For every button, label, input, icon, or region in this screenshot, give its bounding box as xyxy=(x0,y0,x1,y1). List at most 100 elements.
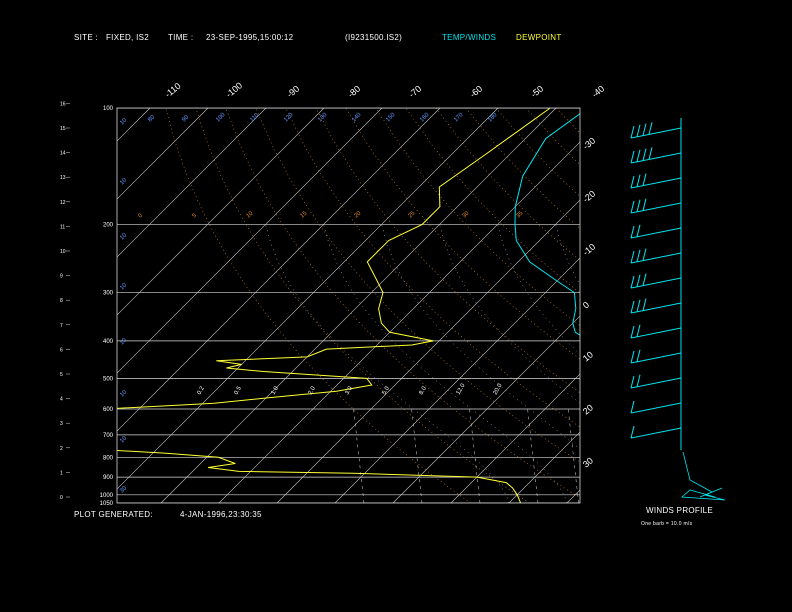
moist-adiabat-line xyxy=(439,224,580,404)
dry-adiabat-line xyxy=(525,108,580,165)
dry-adiabat-line xyxy=(195,108,530,503)
wind-barb-flag xyxy=(630,175,635,189)
dry-adiabat-line xyxy=(435,108,580,261)
height-tick-label: 12 xyxy=(60,200,66,206)
wind-barb-flag xyxy=(636,349,641,362)
mixing-ratio-label: 12.0 xyxy=(456,382,467,396)
wind-barb-flag xyxy=(630,250,635,264)
moist-adiabat-line xyxy=(323,224,568,503)
upper-adiabat-label: 100 xyxy=(215,112,227,124)
upper-adiabat-label: 180 xyxy=(487,112,499,124)
height-tick-label: 7 xyxy=(60,323,63,329)
temp-axis-label: -50 xyxy=(529,84,545,100)
height-tick-label: 2 xyxy=(60,446,63,452)
isotherm-line xyxy=(625,108,792,503)
orange-adiabat-label: 20 xyxy=(353,210,362,219)
isotherm-line xyxy=(117,108,441,432)
height-tick-label: 11 xyxy=(60,224,65,230)
wind-barb-flag xyxy=(642,173,647,186)
wind-barb-flag xyxy=(636,274,641,287)
orange-adiabat-label: 35 xyxy=(515,210,524,219)
dry-adiabat-line xyxy=(586,108,792,503)
height-tick-label: 1 xyxy=(60,470,63,476)
upper-adiabat-label: 150 xyxy=(385,112,397,124)
wind-barb-flag xyxy=(630,125,635,139)
dry-adiabat-line xyxy=(315,108,580,394)
height-tick-label: 0 xyxy=(60,495,63,501)
wind-barb-flag xyxy=(648,147,653,160)
wind-barb-flag xyxy=(636,224,641,237)
mixing-ratio-label: 5.0 xyxy=(382,385,392,396)
mixing-ratio-line xyxy=(411,408,423,503)
upper-adiabat-label: 160 xyxy=(419,112,431,124)
temp-axis-label: -60 xyxy=(468,84,484,100)
temp-axis-label: -110 xyxy=(163,81,183,100)
wind-barb-flag xyxy=(642,273,647,286)
dry-adiabat-label: 10 xyxy=(119,232,128,241)
dry-adiabat-line xyxy=(405,108,580,294)
mixing-ratio-label: 0.5 xyxy=(234,385,244,396)
dry-adiabat-line xyxy=(345,108,580,360)
orange-adiabat-label: 0 xyxy=(137,212,144,219)
isotherm-line xyxy=(160,108,557,503)
isotherm-line xyxy=(117,108,383,374)
pressure-tick-label: 300 xyxy=(103,291,114,297)
dry-adiabat-label: 30 xyxy=(119,485,128,494)
dry-adiabat-line xyxy=(706,108,792,503)
temp-axis-label: -70 xyxy=(407,84,423,100)
wind-barb-flag xyxy=(636,299,641,312)
mixing-ratio-label: 2.0 xyxy=(308,385,318,396)
mixing-ratio-line xyxy=(615,409,625,503)
right-axis-label: 10 xyxy=(581,349,595,363)
isotherm-line xyxy=(741,108,792,503)
dry-adiabat-line xyxy=(736,108,792,503)
dry-adiabat-line xyxy=(676,108,792,503)
dry-adiabat-line xyxy=(766,108,792,503)
right-axis-label: 30 xyxy=(581,455,595,469)
dry-adiabat-label: 10 xyxy=(119,117,128,126)
right-axis-label: -30 xyxy=(581,136,597,152)
plot-generated-value: 4-JAN-1996,23:30:35 xyxy=(180,510,262,519)
upper-adiabat-label: 80 xyxy=(147,114,156,123)
pressure-tick-label: 1050 xyxy=(100,501,114,507)
dry-adiabat-line xyxy=(285,108,580,428)
pressure-tick-label: 700 xyxy=(103,433,114,439)
height-tick-label: 3 xyxy=(60,421,63,427)
dry-adiabat-line xyxy=(555,108,580,134)
wind-barb-flag xyxy=(636,149,641,162)
isotherm-line xyxy=(450,373,580,503)
mixing-ratio-line xyxy=(527,408,539,503)
right-axis-label: -10 xyxy=(581,242,597,258)
isotherm-line xyxy=(117,108,209,200)
isotherm-line xyxy=(117,108,267,258)
height-tick-label: 6 xyxy=(60,347,63,353)
height-tick-label: 9 xyxy=(60,274,63,280)
pressure-tick-label: 600 xyxy=(103,407,114,413)
wind-barb-flag xyxy=(642,248,647,261)
wind-barb-flag xyxy=(630,425,635,439)
height-tick-label: 13 xyxy=(60,175,66,181)
mixing-ratio-line xyxy=(353,408,365,503)
wind-barb-flag xyxy=(648,122,653,135)
wind-barb-flag xyxy=(630,325,635,339)
pressure-tick-label: 500 xyxy=(103,376,114,382)
isotherm-line xyxy=(0,108,92,503)
isotherm-line xyxy=(218,141,580,503)
isotherm-line xyxy=(392,315,580,503)
isotherm-line xyxy=(508,431,580,503)
dry-adiabat-line xyxy=(165,108,471,503)
pressure-tick-label: 100 xyxy=(103,106,114,112)
pressure-tick-label: 400 xyxy=(103,339,114,345)
mixing-ratio-label: 1.0 xyxy=(271,385,281,396)
dry-adiabat-line xyxy=(616,108,792,503)
moist-adiabat-line xyxy=(614,224,792,503)
upper-adiabat-label: 90 xyxy=(181,114,190,123)
dry-adiabat-label: 10 xyxy=(119,337,128,346)
wind-barb-flag xyxy=(630,200,635,214)
upper-adiabat-label: 140 xyxy=(351,112,363,124)
height-tick-label: 15 xyxy=(60,126,66,132)
dry-adiabat-line xyxy=(225,108,580,499)
plot-generated-label: PLOT GENERATED: xyxy=(74,510,153,519)
isotherm-line xyxy=(566,489,580,503)
orange-adiabat-label: 30 xyxy=(461,210,470,219)
